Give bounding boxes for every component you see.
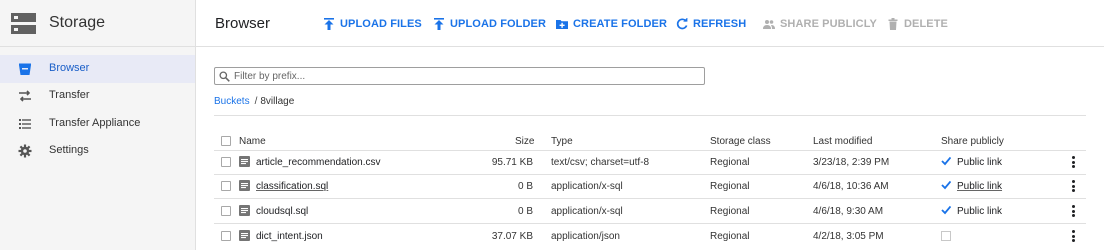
create-folder-icon — [556, 20, 568, 29]
more-vert-icon[interactable] — [1068, 229, 1078, 243]
public-link-checkbox[interactable] — [941, 205, 951, 215]
storage-icon — [11, 13, 36, 34]
share-publicly-button[interactable]: SHARE PUBLICLY — [763, 17, 877, 31]
toolbar: Browser UPLOAD FILES UPLOAD FOLDER CREAT… — [196, 0, 1104, 47]
storage-class: Regional — [710, 181, 750, 192]
file-icon — [239, 205, 250, 216]
more-vert-icon[interactable] — [1068, 179, 1078, 193]
refresh-icon — [676, 18, 688, 30]
header-size[interactable]: Size — [515, 136, 534, 147]
last-modified: 3/23/18, 2:39 PM — [813, 157, 890, 168]
trash-icon — [888, 18, 898, 30]
file-name-link[interactable]: dict_intent.json — [256, 231, 323, 242]
sidebar-item-label: Settings — [49, 144, 89, 156]
public-link-checkbox[interactable] — [941, 156, 951, 166]
file-icon — [239, 230, 250, 241]
sidebar-item-browser[interactable]: Browser — [0, 55, 195, 83]
upload-folder-label: UPLOAD FOLDER — [450, 18, 547, 30]
storage-class: Regional — [710, 231, 750, 242]
list-icon — [19, 119, 31, 129]
header-storage-class[interactable]: Storage class — [710, 136, 771, 147]
upload-icon — [324, 18, 334, 30]
file-name-link[interactable]: cloudsql.sql — [256, 206, 308, 217]
file-name-link[interactable]: article_recommendation.csv — [256, 157, 381, 168]
upload-icon — [434, 18, 444, 30]
more-vert-icon[interactable] — [1068, 155, 1078, 169]
more-vert-icon[interactable] — [1068, 204, 1078, 218]
file-type: text/csv; charset=utf-8 — [551, 157, 650, 168]
divider — [214, 223, 1086, 224]
create-folder-button[interactable]: CREATE FOLDER — [556, 17, 667, 31]
public-link[interactable]: Public link — [957, 181, 1002, 192]
breadcrumb-buckets-link[interactable]: Buckets — [214, 96, 250, 107]
refresh-label: REFRESH — [693, 18, 747, 30]
divider — [214, 150, 1086, 151]
upload-files-label: UPLOAD FILES — [340, 18, 422, 30]
select-all-checkbox[interactable] — [221, 136, 231, 146]
public-link-checkbox[interactable] — [941, 180, 951, 190]
divider — [214, 198, 1086, 199]
file-size: 0 B — [517, 181, 533, 192]
row-checkbox[interactable] — [221, 231, 231, 241]
share-publicly-label: SHARE PUBLICLY — [780, 18, 877, 30]
breadcrumb: Buckets /8village — [214, 96, 294, 107]
sidebar-item-label: Transfer — [49, 89, 90, 101]
refresh-button[interactable]: REFRESH — [676, 17, 746, 31]
last-modified: 4/6/18, 9:30 AM — [813, 206, 884, 217]
file-size: 95.71 KB — [491, 157, 533, 168]
sidebar-item-settings[interactable]: Settings — [0, 137, 195, 165]
delete-label: DELETE — [904, 18, 948, 30]
public-link-checkbox[interactable] — [941, 231, 951, 241]
file-type: application/x-sql — [551, 206, 623, 217]
transfer-arrows-icon — [19, 90, 31, 102]
bucket-icon — [19, 63, 31, 75]
row-checkbox[interactable] — [221, 181, 231, 191]
breadcrumb-current: 8village — [260, 96, 295, 107]
filter-input[interactable] — [234, 69, 694, 83]
last-modified: 4/2/18, 3:05 PM — [813, 231, 884, 242]
file-type: application/x-sql — [551, 181, 623, 192]
create-folder-label: CREATE FOLDER — [573, 18, 667, 30]
file-icon — [239, 180, 250, 191]
divider — [214, 115, 1086, 116]
public-link[interactable]: Public link — [957, 157, 1002, 168]
header-name[interactable]: Name — [239, 136, 266, 147]
header-last-modified[interactable]: Last modified — [813, 136, 872, 147]
public-link[interactable]: Public link — [957, 206, 1002, 217]
storage-class: Regional — [710, 157, 750, 168]
sidebar-item-transfer[interactable]: Transfer — [0, 82, 195, 110]
left-nav: Storage Browser Transfer Transfer Applia… — [0, 0, 196, 250]
row-checkbox[interactable] — [221, 206, 231, 216]
file-name-link[interactable]: classification.sql — [256, 181, 328, 192]
app-title: Storage — [49, 14, 106, 31]
last-modified: 4/6/18, 10:36 AM — [813, 181, 889, 192]
nav-header: Storage — [0, 0, 196, 47]
file-size: 37.07 KB — [491, 231, 533, 242]
people-icon — [763, 20, 775, 29]
filter-box[interactable] — [214, 67, 705, 85]
sidebar-item-label: Browser — [49, 62, 90, 74]
storage-class: Regional — [710, 206, 750, 217]
header-type[interactable]: Type — [551, 136, 573, 147]
divider — [214, 174, 1086, 175]
file-icon — [239, 156, 250, 167]
file-size: 0 B — [517, 206, 533, 217]
header-share-publicly[interactable]: Share publicly — [941, 136, 1004, 147]
row-checkbox[interactable] — [221, 157, 231, 167]
breadcrumb-separator: / — [254, 96, 258, 107]
page-title: Browser — [215, 15, 271, 32]
delete-button[interactable]: DELETE — [887, 17, 948, 31]
file-type: application/json — [551, 231, 620, 242]
upload-files-button[interactable]: UPLOAD FILES — [323, 17, 422, 31]
sidebar-item-label: Transfer Appliance — [49, 117, 141, 129]
sidebar-item-transfer-appliance[interactable]: Transfer Appliance — [0, 110, 195, 138]
upload-folder-button[interactable]: UPLOAD FOLDER — [433, 17, 546, 31]
gear-icon — [18, 144, 32, 158]
search-icon — [219, 71, 230, 82]
